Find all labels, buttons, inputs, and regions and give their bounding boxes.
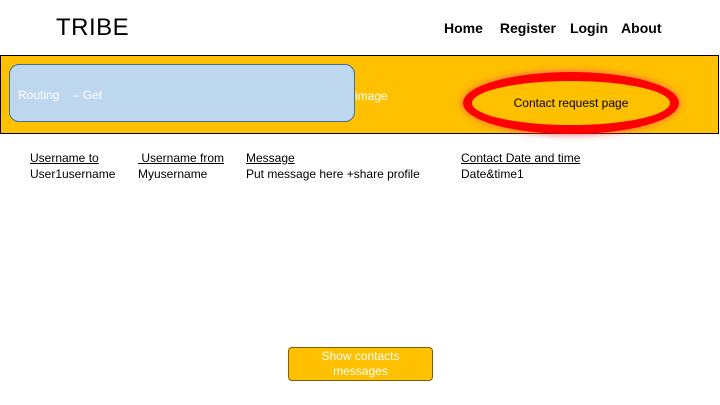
column-value: Myusername	[138, 167, 208, 181]
column-message: Message Put message here +share profile	[246, 151, 420, 181]
top-nav: Home Register Login About	[444, 20, 661, 36]
column-value: Date&time1	[461, 167, 524, 181]
column-username-to: Username to User1username	[30, 151, 115, 181]
nav-login[interactable]: Login	[570, 20, 608, 36]
show-contacts-messages-button[interactable]: Show contacts messages	[288, 347, 433, 381]
column-header: Username to	[30, 151, 99, 165]
column-header: Contact Date and time	[461, 151, 581, 165]
column-header: Username from	[138, 151, 225, 165]
column-header: Message	[246, 151, 295, 165]
column-contact-datetime: Contact Date and time Date&time1	[461, 151, 580, 181]
routing-annotation: Routing – Get	[9, 64, 355, 122]
app-logo: TRIBE	[56, 14, 130, 41]
contact-page-title: Contact request page	[513, 96, 629, 110]
nav-register[interactable]: Register	[500, 20, 556, 36]
nav-home[interactable]: Home	[444, 20, 483, 36]
column-value: User1username	[30, 167, 116, 181]
nav-about[interactable]: About	[621, 20, 661, 36]
contact-page-highlight: Contact request page	[463, 72, 679, 134]
column-username-from: Username from Myusername	[138, 151, 224, 181]
banner-image-label: image	[355, 89, 388, 103]
banner: Routing – Get image Contact request page	[0, 55, 719, 134]
column-value: Put message here +share profile	[246, 167, 420, 181]
routing-label: Routing – Get	[18, 88, 103, 102]
